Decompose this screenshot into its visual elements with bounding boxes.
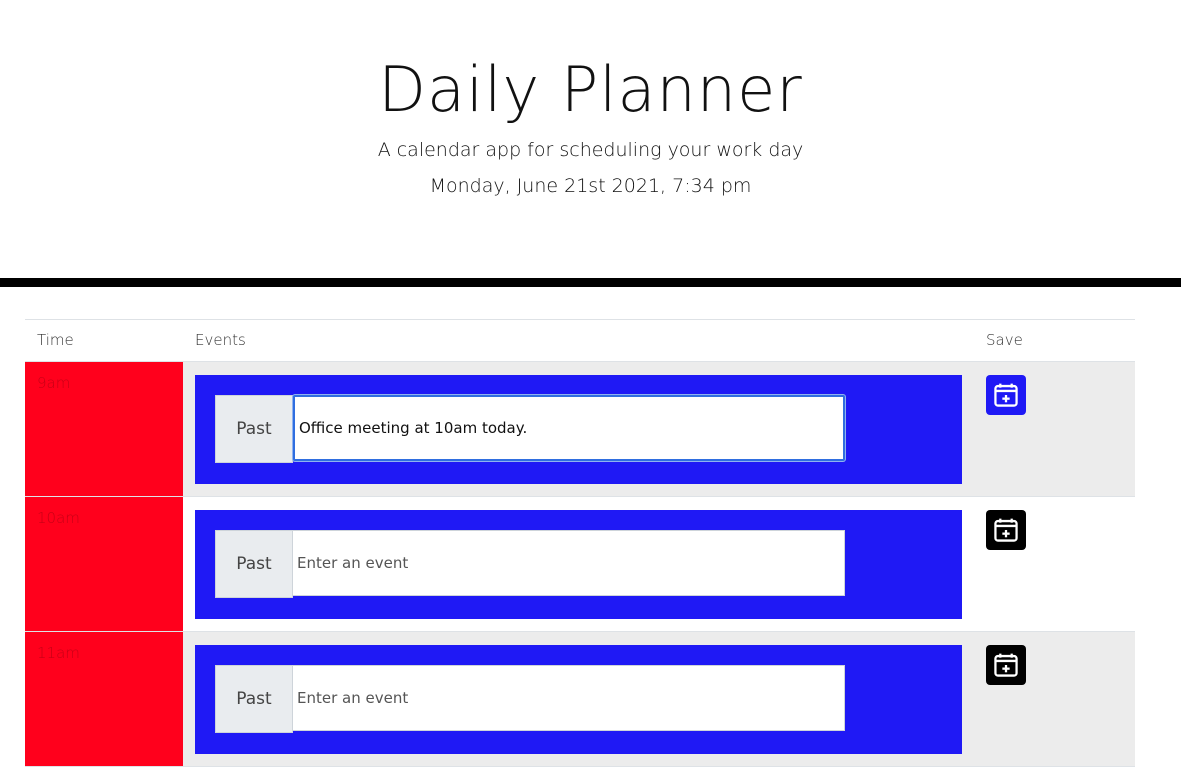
page-subtitle: A calendar app for scheduling your work … [377, 139, 804, 161]
save-button[interactable] [986, 375, 1026, 415]
calendar-plus-icon [994, 383, 1018, 407]
event-cell: Past [195, 510, 962, 619]
hour-label: 11am [37, 644, 80, 662]
page-header: Daily Planner A calendar app for schedul… [0, 0, 1181, 278]
event-input-group: Past [215, 530, 845, 598]
save-button[interactable] [986, 510, 1026, 550]
status-label: Past [215, 395, 293, 463]
hour-row-11am: 11am Past [25, 632, 1135, 767]
hour-label: 9am [37, 374, 71, 392]
event-input[interactable] [293, 395, 845, 461]
status-label: Past [215, 530, 293, 598]
time-cell: 10am [25, 497, 183, 631]
page-title: Daily Planner [378, 53, 803, 126]
save-column-header: Save [986, 331, 1023, 349]
status-label: Past [215, 665, 293, 733]
calendar-plus-icon [994, 653, 1018, 677]
hour-row-9am: 9am Past [25, 362, 1135, 497]
table-header: Time Events Save [25, 319, 1135, 362]
event-cell: Past [195, 375, 962, 484]
event-cell: Past [195, 645, 962, 754]
time-column-header: Time [37, 331, 74, 349]
event-input[interactable] [293, 665, 845, 731]
time-cell: 11am [25, 632, 183, 766]
save-button[interactable] [986, 645, 1026, 685]
hour-label: 10am [37, 509, 80, 527]
events-column-header: Events [195, 331, 246, 349]
calendar-plus-icon [994, 518, 1018, 542]
current-date: Monday, June 21st 2021, 7:34 pm [429, 175, 752, 197]
header-divider [0, 278, 1181, 287]
event-input-group: Past [215, 665, 845, 733]
planner-table: Time Events Save 9am Past 10am [25, 319, 1135, 767]
time-cell: 9am [25, 362, 183, 496]
event-input[interactable] [293, 530, 845, 596]
hour-row-10am: 10am Past [25, 497, 1135, 632]
event-input-group: Past [215, 395, 845, 463]
